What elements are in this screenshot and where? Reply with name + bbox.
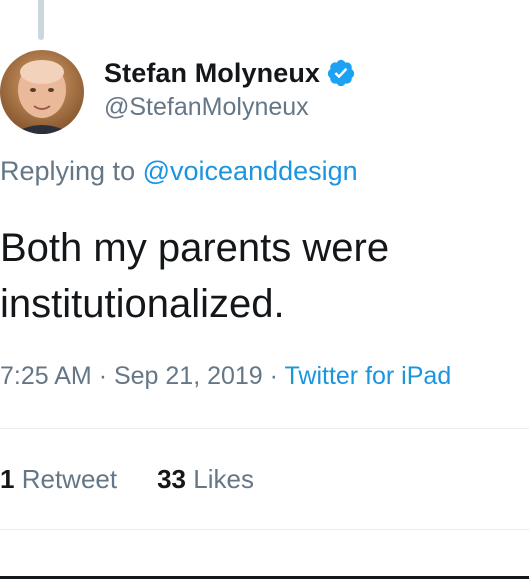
user-names: Stefan Molyneux @StefanMolyneux [104, 56, 356, 122]
retweet-label: Retweet [21, 464, 118, 494]
display-name[interactable]: Stefan Molyneux [104, 58, 320, 89]
verified-badge-icon [326, 58, 356, 88]
tweet-date[interactable]: Sep 21, 2019 [114, 362, 263, 390]
tweet-detail: Stefan Molyneux @StefanMolyneux Replying… [0, 0, 529, 579]
meta-separator: · [269, 362, 278, 390]
retweet-count: 1 [0, 464, 15, 494]
replying-to-mention-link[interactable]: @voiceanddesign [143, 156, 358, 186]
meta-separator: · [98, 362, 108, 390]
likes-label: Likes [193, 464, 254, 494]
thread-connector-line [38, 0, 44, 40]
retweets-stat[interactable]: 1 Retweet [0, 464, 117, 495]
likes-stat[interactable]: 33 Likes [157, 464, 254, 495]
avatar-image [0, 50, 84, 134]
divider-bottom [0, 529, 529, 530]
tweet-time[interactable]: 7:25 AM [0, 362, 92, 390]
user-avatar[interactable] [0, 50, 84, 134]
tweet-text: Both my parents were institutionalized. [0, 226, 390, 326]
user-handle[interactable]: @StefanMolyneux [104, 93, 356, 122]
divider-top [0, 428, 529, 429]
tweet-source-link[interactable]: Twitter for iPad [285, 362, 452, 390]
tweet-header: Stefan Molyneux @StefanMolyneux [0, 50, 529, 134]
replying-prefix: Replying to [0, 156, 136, 186]
tweet-metadata: 7:25 AM · Sep 21, 2019 · Twitter for iPa… [0, 362, 451, 391]
likes-count: 33 [157, 464, 187, 494]
replying-to-line: Replying to @voiceanddesign [0, 156, 358, 187]
display-name-row: Stefan Molyneux [104, 56, 356, 90]
tweet-stats: 1 Retweet 33 Likes [0, 464, 254, 495]
